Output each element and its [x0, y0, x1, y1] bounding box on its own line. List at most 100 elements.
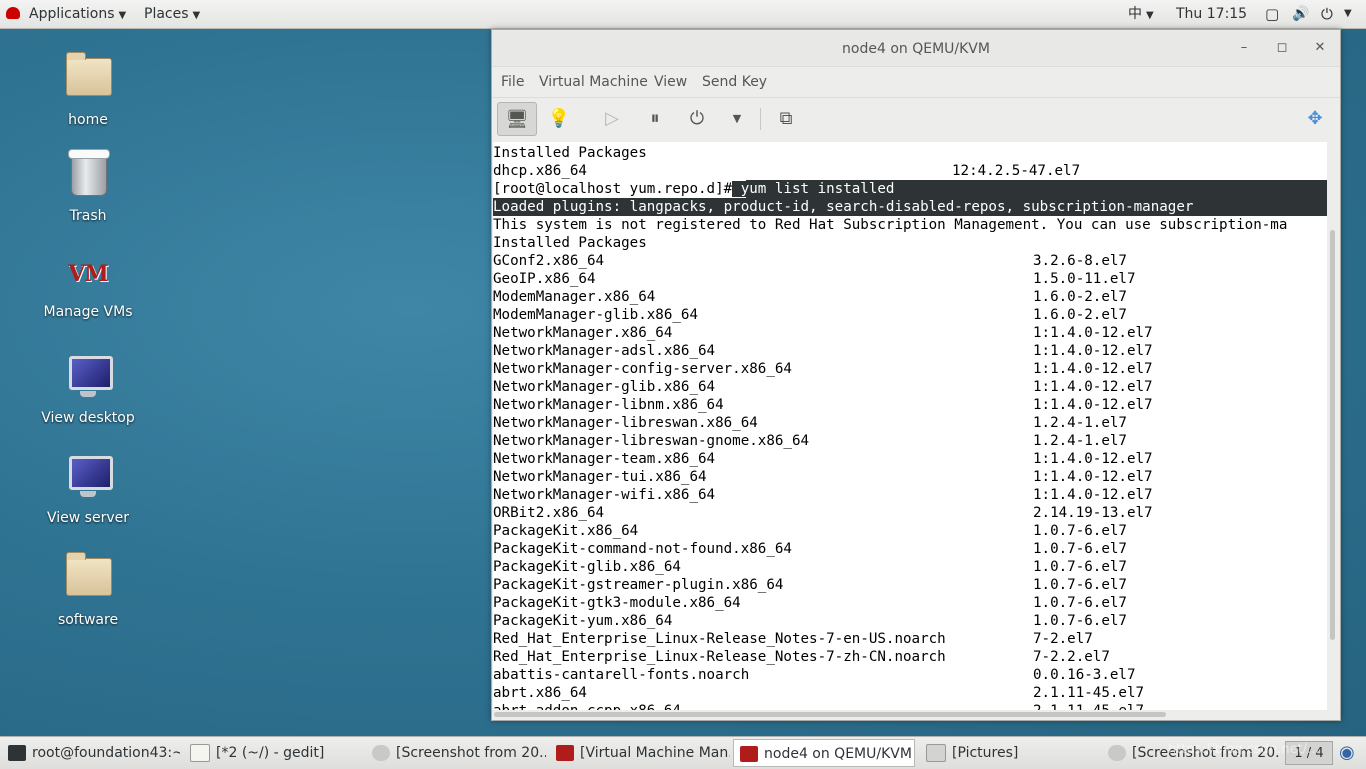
menu-file[interactable]: File [501, 67, 524, 97]
minimize-icon[interactable]: – [1234, 38, 1254, 58]
console-line: NetworkManager-adsl.x86_64 1:1.4.0-12.el7 [493, 342, 1153, 360]
folder-icon [64, 552, 112, 606]
task-virtual-machine-manager[interactable]: [Virtual Machine Man... [550, 739, 730, 767]
console-line: abattis-cantarell-fonts.noarch 0.0.16-3.e… [493, 666, 1136, 684]
desktop-icon-label: View desktop [41, 410, 135, 426]
console-line: This system is not registered to Red Hat… [493, 216, 1287, 234]
vm-console[interactable]: Installed Packages dhcp.x86_64 12:4.2.5-47… [493, 142, 1327, 710]
console-line: PackageKit-glib.x86_64 1.0.7-6.el7 [493, 558, 1127, 576]
menu-send-key[interactable]: Send Key [702, 67, 767, 97]
console-version-text: 1:1.4.0-12.el7 [1033, 379, 1153, 395]
chevron-down-icon[interactable]: ▼ [1344, 0, 1352, 28]
console-line-text: abrt.x86_64 [493, 685, 587, 701]
console-line: NetworkManager-config-server.x86_64 1:1.4… [493, 360, 1153, 378]
power-icon[interactable]: ⏻ [1321, 0, 1333, 28]
window-list-bar: root@foundation43:~ [*2 (~/) - gedit] [S… [0, 736, 1366, 769]
applications-menu[interactable]: Applications ▼ [29, 0, 126, 28]
desktop-icon-label: Trash [69, 208, 107, 224]
desktop-icon-manage-vms[interactable]: VM Manage VMs [33, 250, 143, 320]
fullscreen-button[interactable]: ✥ [1295, 102, 1335, 136]
maximize-icon[interactable]: ◻ [1272, 38, 1292, 58]
shutdown-menu-button[interactable]: ▼ [717, 102, 757, 136]
console-line: NetworkManager-libreswan-gnome.x86_64 1.2… [493, 432, 1127, 450]
console-version-text: 1.0.7-6.el7 [1033, 559, 1127, 575]
console-line: NetworkManager-tui.x86_64 1:1.4.0-12.el7 [493, 468, 1153, 486]
console-line-text: abattis-cantarell-fonts.noarch [493, 667, 750, 683]
window-titlebar[interactable]: node4 on QEMU/KVM – ◻ ✕ [492, 30, 1340, 67]
menu-virtual-machine[interactable]: Virtual Machine [539, 67, 648, 97]
close-icon[interactable]: ✕ [1310, 38, 1330, 58]
desktop-icon-trash[interactable]: Trash [33, 150, 143, 224]
menubar: File Virtual Machine View Send Key [492, 67, 1340, 97]
console-version-text: 1.5.0-11.el7 [1033, 271, 1136, 287]
horizontal-scrollbar[interactable] [494, 712, 1166, 717]
console-version-text: 1:1.4.0-12.el7 [1033, 343, 1153, 359]
applications-label: Applications [29, 6, 115, 22]
console-line-text: Installed Packages [493, 235, 647, 251]
play-icon: ▷ [605, 108, 619, 129]
run-button[interactable]: ▷ [592, 102, 632, 136]
console-line-text: NetworkManager.x86_64 [493, 325, 673, 341]
console-version-text: 7-2.2.el7 [1033, 649, 1110, 665]
console-line-text: NetworkManager-libnm.x86_64 [493, 397, 724, 413]
console-line-text: NetworkManager-libreswan-gnome.x86_64 [493, 433, 810, 449]
task-screenshot-1[interactable]: [Screenshot from 20... [366, 739, 546, 767]
lightbulb-icon: 💡 [547, 108, 571, 129]
input-method-indicator[interactable]: 中 ▼ [1128, 0, 1154, 28]
pause-button[interactable]: ⏸ [635, 102, 675, 136]
task-terminal[interactable]: root@foundation43:~ [2, 739, 180, 767]
console-version-text: 1:1.4.0-12.el7 [1033, 397, 1153, 413]
console-line-text: Installed Packages [493, 145, 647, 161]
console-version-text: 1.6.0-2.el7 [1033, 289, 1127, 305]
terminal-icon [8, 745, 26, 761]
task-pictures[interactable]: [Pictures] [920, 739, 1098, 767]
clock[interactable]: Thu 17:15 [1176, 0, 1247, 28]
notification-icon[interactable]: ◉ [1339, 739, 1355, 767]
console-line-text: NetworkManager-wifi.x86_64 [493, 487, 716, 503]
console-version-text: 1.6.0-2.el7 [1033, 307, 1127, 323]
console-version-text: 1.0.7-6.el7 [1033, 523, 1127, 539]
console-version-text: 1.2.4-1.el7 [1033, 415, 1127, 431]
vmm-logo-text: VM [68, 261, 108, 287]
virt-manager-icon: VM [64, 250, 112, 298]
console-view-button[interactable]: 🖥 [497, 102, 537, 136]
task-node4-console[interactable]: node4 on QEMU/KVM [733, 739, 915, 767]
details-button[interactable]: 💡 [539, 102, 579, 136]
places-menu[interactable]: Places ▼ [144, 0, 200, 28]
desktop-icon-home[interactable]: home [33, 50, 143, 128]
console-line: PackageKit.x86_64 1.0.7-6.el7 [493, 522, 1127, 540]
menu-view[interactable]: View [654, 67, 687, 97]
virt-manager-icon [740, 746, 758, 762]
vm-viewer-window: node4 on QEMU/KVM – ◻ ✕ File Virtual Mac… [491, 29, 1341, 721]
desktop-icon-software[interactable]: software [33, 550, 143, 628]
snapshots-button[interactable]: ⧉ [766, 102, 806, 136]
console-line-text: ORBit2.x86_64 [493, 505, 605, 521]
console-version-text: 2.14.19-13.el7 [1033, 505, 1153, 521]
console-line-text: PackageKit-gtk3-module.x86_64 [493, 595, 741, 611]
console-version-text: 12:4.2.5-47.el7 [952, 163, 1081, 179]
console-line-text: NetworkManager-tui.x86_64 [493, 469, 707, 485]
console-line: ModemManager.x86_64 1.6.0-2.el7 [493, 288, 1127, 306]
console-line: dhcp.x86_64 12:4.2.5-47.el7 [493, 162, 1080, 180]
console-line-text: Red_Hat_Enterprise_Linux-Release_Notes-7… [493, 631, 946, 647]
console-line-text: NetworkManager-team.x86_64 [493, 451, 716, 467]
console-line-text: PackageKit-command-not-found.x86_64 [493, 541, 792, 557]
volume-icon[interactable]: 🔊 [1292, 0, 1309, 28]
console-version-text: 1.0.7-6.el7 [1033, 577, 1127, 593]
shutdown-button[interactable]: ⏻ [677, 102, 717, 136]
task-gedit[interactable]: [*2 (~/) - gedit] [184, 739, 362, 767]
desktop-icon-view-desktop[interactable]: View desktop [33, 350, 143, 426]
fullscreen-icon: ✥ [1307, 108, 1323, 129]
vertical-scrollbar[interactable] [1330, 230, 1335, 640]
screen-icon[interactable]: ▢ [1265, 0, 1279, 28]
console-version-text: 1:1.4.0-12.el7 [1033, 325, 1153, 341]
chevron-down-icon: ▼ [192, 10, 201, 21]
desktop-icon-view-server[interactable]: View server [33, 450, 143, 526]
console-version-text: 0.0.16-3.el7 [1033, 667, 1136, 683]
monitor-icon [64, 456, 113, 504]
console-line: ORBit2.x86_64 2.14.19-13.el7 [493, 504, 1153, 522]
console-version-text: 1:1.4.0-12.el7 [1033, 451, 1153, 467]
console-line: NetworkManager-team.x86_64 1:1.4.0-12.el7 [493, 450, 1153, 468]
input-method-label: 中 [1128, 6, 1142, 22]
console-version-text: 7-2.el7 [1033, 631, 1093, 647]
